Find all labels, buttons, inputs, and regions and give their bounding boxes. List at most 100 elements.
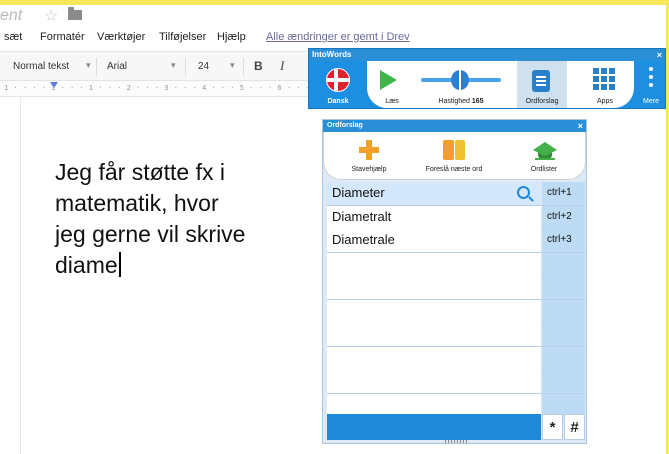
suggestion-word — [327, 323, 541, 346]
apps-button[interactable]: Apps — [581, 61, 629, 108]
speed-slider-knob[interactable] — [451, 70, 469, 90]
intowords-title: IntoWords — [312, 50, 352, 59]
word-list-icon — [532, 70, 550, 92]
chevron-down-icon[interactable]: ▾ — [86, 60, 91, 71]
suggestion-word[interactable]: Diametralt — [327, 205, 541, 229]
suggestion-shortcut: ctrl+2 — [542, 205, 585, 229]
suggestion-row-empty — [327, 323, 585, 347]
page-margin-line — [20, 97, 21, 454]
more-label: Mere — [643, 98, 659, 105]
doc-menubar: sæt Formatér Værktøjer Tilføjelser Hjælp… — [0, 27, 420, 47]
doc-line: jeg gerne vil skrive — [55, 221, 246, 247]
suggestion-shortcut — [542, 299, 585, 323]
read-label: Læs — [385, 98, 399, 105]
italic-button[interactable]: I — [280, 58, 284, 74]
spelling-help-button[interactable]: Stavehjælp — [324, 138, 414, 173]
intowords-titlebar[interactable]: IntoWords × — [309, 49, 665, 61]
bold-button[interactable]: B — [254, 59, 263, 73]
next-word-button[interactable]: Foreslå næste ord — [409, 138, 499, 173]
read-button[interactable]: Læs — [367, 61, 417, 108]
suggestion-row-empty — [327, 299, 585, 323]
danish-flag-icon — [326, 68, 350, 92]
speed-slider[interactable]: Hastighed 165 — [421, 61, 501, 108]
font-select[interactable]: Arial — [107, 61, 127, 72]
suggestion-word — [327, 276, 541, 299]
suggestion-row[interactable]: Diameter ctrl+1 — [327, 182, 585, 206]
menu-item-indsaet[interactable]: sæt — [4, 31, 22, 43]
asterisk-key-button[interactable]: * — [542, 414, 563, 440]
suggestion-row-empty — [327, 252, 585, 276]
doc-titlebar: ent ☆ — [0, 5, 666, 27]
speed-value: 165 — [471, 98, 484, 105]
toolbar-divider — [185, 58, 186, 76]
suggestion-word — [327, 370, 541, 393]
indent-marker-icon[interactable] — [50, 82, 58, 88]
screen-frame: ent ☆ sæt Formatér Værktøjer Tilføjelser… — [0, 0, 669, 454]
suggestion-shortcut — [542, 276, 585, 299]
suggestion-row-empty — [327, 276, 585, 300]
apps-label: Apps — [597, 98, 613, 105]
menu-item-formater[interactable]: Formatér — [40, 31, 85, 43]
doc-line-current-text: diame — [55, 252, 118, 278]
word-lists-button[interactable]: Ordlister — [499, 138, 589, 173]
next-word-label: Foreslå næste ord — [425, 166, 483, 173]
doc-ruler[interactable]: 1 · · · · 1 · · · 1 · · · 2 · · · 3 · · … — [0, 81, 357, 97]
font-size-select[interactable]: 24 — [198, 61, 209, 72]
suggestions-button[interactable]: Ordforslag — [517, 61, 567, 108]
speed-label: Hastighed 165 — [421, 98, 501, 105]
suggestion-input-bar[interactable] — [327, 414, 541, 440]
menu-item-hjaelp[interactable]: Hjælp — [217, 31, 246, 43]
doc-toolbar: Normal tekst ▾ Arial ▾ 24 ▾ B I — [0, 51, 310, 81]
suggestion-row[interactable]: Diametralt ctrl+2 — [327, 205, 585, 229]
graduation-cap-icon — [533, 140, 557, 160]
doc-line-current: diame — [55, 250, 315, 281]
star-icon[interactable]: ☆ — [44, 6, 58, 26]
paragraph-style-select[interactable]: Normal tekst — [13, 61, 69, 72]
suggestion-shortcut: ctrl+3 — [542, 229, 585, 252]
suggestion-row-empty — [327, 370, 585, 394]
intowords-toolbar-window: IntoWords × Dansk Læs Hastighed 165 Ordf… — [308, 48, 666, 109]
suggestion-row[interactable]: Diametrale ctrl+3 — [327, 229, 585, 253]
toolbar-divider — [96, 58, 97, 76]
more-vertical-icon — [649, 67, 653, 71]
menu-item-vaerktojer[interactable]: Værktøjer — [97, 31, 145, 43]
more-button[interactable]: Mere — [635, 61, 667, 108]
suggestion-list: Diameter ctrl+1 Diametralt ctrl+2 Diamet… — [327, 182, 585, 417]
word-suggestions-titlebar[interactable]: Ordforslag × — [323, 120, 586, 132]
search-icon[interactable] — [517, 186, 530, 199]
close-icon[interactable]: × — [578, 120, 583, 132]
suggestion-shortcut — [542, 370, 585, 393]
chevron-down-icon[interactable]: ▾ — [230, 60, 235, 71]
doc-body-text[interactable]: Jeg får støtte fx i matematik, hvor jeg … — [55, 157, 315, 281]
doc-line: Jeg får støtte fx i — [55, 159, 225, 185]
menu-item-tilfojelser[interactable]: Tilføjelser — [159, 31, 206, 43]
language-button[interactable]: Dansk — [309, 61, 367, 110]
plus-icon — [359, 140, 379, 160]
suggestion-word[interactable]: Diameter — [327, 182, 541, 205]
suggestion-word — [327, 252, 541, 276]
suggestion-shortcut — [542, 346, 585, 370]
word-lists-label: Ordlister — [530, 166, 558, 173]
word-suggestions-tools: Stavehjælp Foreslå næste ord Ordlister — [323, 132, 586, 180]
language-label: Dansk — [327, 98, 349, 105]
resize-grip-icon[interactable] — [445, 440, 467, 443]
folder-icon[interactable] — [68, 7, 82, 20]
suggestion-word[interactable]: Diametrale — [327, 229, 541, 252]
suggestion-word — [327, 299, 541, 323]
suggestion-shortcut — [542, 323, 585, 346]
word-suggestions-window: Ordforslag × Stavehjælp Foreslå næste or… — [322, 119, 587, 444]
suggestion-row-empty — [327, 346, 585, 370]
apps-grid-icon — [593, 68, 615, 90]
doc-title[interactable]: ent — [0, 7, 22, 25]
save-status-link[interactable]: Alle ændringer er gemt i Drev — [266, 31, 410, 43]
suggestion-bottom-bar: * # — [327, 414, 585, 440]
speed-label-text: Hastighed — [438, 98, 470, 105]
hash-key-button[interactable]: # — [564, 414, 585, 440]
close-icon[interactable]: × — [657, 49, 662, 61]
text-cursor — [118, 252, 121, 277]
suggestion-word — [327, 346, 541, 370]
word-suggestions-title: Ordforslag — [327, 122, 363, 129]
suggestions-label: Ordforslag — [525, 98, 559, 105]
toolbar-divider — [243, 58, 244, 76]
chevron-down-icon[interactable]: ▾ — [171, 60, 176, 71]
